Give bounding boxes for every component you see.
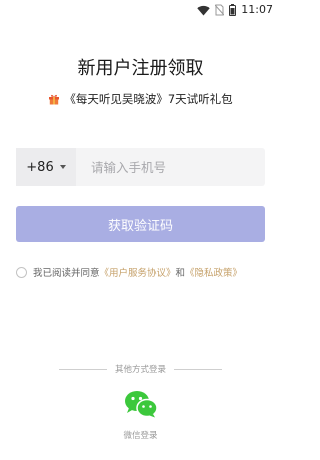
- agreement-checkbox[interactable]: [16, 266, 27, 278]
- agreement-and: 和: [175, 268, 186, 279]
- country-code-value: +86: [26, 159, 54, 175]
- agreement-row: 我已阅读并同意 《用户服务协议》 和 《隐私政策》: [16, 265, 276, 279]
- promo-banner: 《每天听见吴晓波》7天试听礼包: [0, 91, 281, 107]
- user-agreement-link[interactable]: 《用户服务协议》: [100, 265, 176, 279]
- get-code-button[interactable]: 获取验证码: [16, 206, 265, 242]
- wifi-icon: [197, 5, 210, 15]
- status-bar: 11:07: [0, 0, 281, 20]
- privacy-policy-link[interactable]: 《隐私政策》: [185, 265, 242, 279]
- chevron-down-icon: [59, 165, 66, 169]
- agreement-prefix: 我已阅读并同意: [33, 268, 100, 279]
- status-time: 11:07: [241, 3, 273, 16]
- no-sim-icon: [215, 4, 225, 16]
- divider-line-right: [174, 368, 222, 370]
- phone-input[interactable]: [76, 148, 265, 186]
- status-icons: 11:07: [197, 3, 273, 17]
- battery-icon: [229, 4, 237, 16]
- wechat-login-label: 微信登录: [123, 431, 158, 441]
- wechat-icon[interactable]: [124, 390, 158, 418]
- divider-line-left: [58, 368, 107, 370]
- phone-input-row: +86: [16, 148, 265, 186]
- page-title: 新用户注册领取: [77, 58, 204, 79]
- promo-text: 《每天听见吴晓波》7天试听礼包: [64, 92, 233, 106]
- country-code-selector[interactable]: +86: [16, 148, 76, 186]
- other-login-text: 其他方式登录: [114, 365, 166, 375]
- other-login-divider: 其他方式登录: [0, 363, 281, 375]
- gift-icon: [49, 94, 60, 105]
